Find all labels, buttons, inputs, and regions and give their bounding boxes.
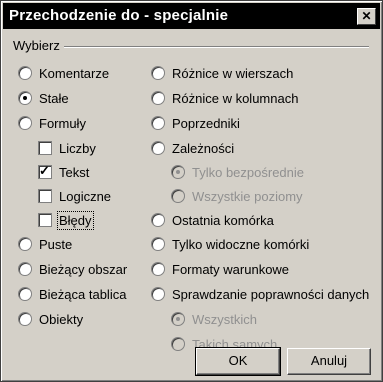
- radio-selected-icon[interactable]: [18, 91, 32, 105]
- radio-roznice-w-kolumnach[interactable]: Różnice w kolumnach: [151, 89, 298, 107]
- radio-formuly[interactable]: Formuły: [18, 114, 86, 132]
- radio-dot-icon: [23, 96, 27, 100]
- option-label: Komentarze: [39, 65, 110, 81]
- option-label: Stałe: [39, 90, 69, 106]
- radio-roznice-w-wierszach[interactable]: Różnice w wierszach: [151, 64, 293, 82]
- go-to-special-dialog: Przechodzenie do - specjalnie ✕ Wybierz …: [0, 0, 383, 382]
- ok-button[interactable]: OK: [195, 347, 281, 376]
- checkbox-liczby[interactable]: Liczby: [38, 139, 96, 157]
- radio-formaty-warunkowe[interactable]: Formaty warunkowe: [151, 260, 289, 278]
- radio-empty-icon[interactable]: [151, 237, 165, 251]
- option-label: Tylko widoczne komórki: [172, 236, 310, 252]
- radio-empty-icon[interactable]: [151, 287, 165, 301]
- group-label: Wybierz: [13, 38, 64, 53]
- option-label: Różnice w wierszach: [172, 65, 294, 81]
- radio-empty-icon[interactable]: [151, 66, 165, 80]
- checkbox-checked-icon[interactable]: ✓: [38, 163, 52, 179]
- option-label: Ostatnia komórka: [172, 212, 274, 228]
- radio-empty-icon[interactable]: [151, 116, 165, 130]
- radio-wszystkich: Wszystkich: [171, 310, 257, 328]
- option-label: Bieżąca tablica: [39, 286, 127, 302]
- radio-stale[interactable]: Stałe: [18, 89, 69, 107]
- radio-obiekty[interactable]: Obiekty: [18, 310, 83, 328]
- radio-empty-icon[interactable]: [151, 213, 165, 227]
- option-label: Formuły: [39, 115, 86, 131]
- radio-biezacy-obszar[interactable]: Bieżący obszar: [18, 260, 127, 278]
- close-button[interactable]: ✕: [357, 8, 376, 25]
- radio-dot-icon: [176, 170, 180, 174]
- checkbox-empty-icon[interactable]: [38, 141, 52, 155]
- option-label: Obiekty: [39, 311, 84, 327]
- radio-zaleznosci[interactable]: Zależności: [151, 139, 234, 157]
- option-label: Zależności: [172, 140, 235, 156]
- radio-empty-icon[interactable]: [18, 116, 32, 130]
- radio-tylko-bezposrednie: Tylko bezpośrednie: [171, 163, 304, 181]
- radio-empty-icon: [171, 189, 185, 203]
- radio-puste[interactable]: Puste: [18, 235, 72, 253]
- radio-tylko-widoczne-komorki[interactable]: Tylko widoczne komórki: [151, 235, 309, 253]
- option-label: Puste: [39, 236, 73, 252]
- radio-selected-icon: [171, 312, 185, 326]
- checkbox-bledy[interactable]: Błędy: [38, 210, 94, 230]
- option-label: Bieżący obszar: [39, 261, 128, 277]
- option-label: Liczby: [59, 140, 96, 156]
- radio-empty-icon[interactable]: [18, 262, 32, 276]
- radio-sprawdzanie-poprawnosci-danych[interactable]: Sprawdzanie poprawności danych: [151, 285, 369, 303]
- radio-komentarze[interactable]: Komentarze: [18, 64, 109, 82]
- option-label: Poprzedniki: [172, 115, 240, 131]
- option-label: Różnice w kolumnach: [172, 90, 299, 106]
- radio-empty-icon[interactable]: [18, 237, 32, 251]
- option-label: Wszystkie poziomy: [192, 188, 303, 204]
- title-bar[interactable]: Przechodzenie do - specjalnie ✕: [3, 3, 380, 29]
- option-label: Tekst: [59, 164, 90, 180]
- option-label: Błędy: [57, 210, 94, 230]
- radio-biezaca-tablica[interactable]: Bieżąca tablica: [18, 285, 126, 303]
- radio-selected-icon: [171, 165, 185, 179]
- radio-empty-icon: [171, 337, 185, 351]
- checkbox-logiczne[interactable]: Logiczne: [38, 187, 111, 205]
- radio-empty-icon[interactable]: [18, 287, 32, 301]
- radio-empty-icon[interactable]: [151, 262, 165, 276]
- radio-empty-icon[interactable]: [151, 141, 165, 155]
- radio-empty-icon[interactable]: [18, 66, 32, 80]
- radio-wszystkie-poziomy: Wszystkie poziomy: [171, 187, 303, 205]
- cancel-button[interactable]: Anuluj: [287, 348, 371, 375]
- radio-poprzedniki[interactable]: Poprzedniki: [151, 114, 240, 132]
- close-icon: ✕: [361, 9, 372, 23]
- checkmark-icon: ✓: [39, 163, 50, 178]
- option-label: Tylko bezpośrednie: [192, 164, 305, 180]
- option-label: Wszystkich: [192, 311, 257, 327]
- radio-empty-icon[interactable]: [151, 91, 165, 105]
- dialog-title: Przechodzenie do - specjalnie: [9, 7, 229, 24]
- checkbox-empty-icon[interactable]: [38, 213, 52, 227]
- radio-empty-icon[interactable]: [18, 312, 32, 326]
- checkbox-tekst[interactable]: ✓ Tekst: [38, 163, 89, 181]
- checkbox-empty-icon[interactable]: [38, 189, 52, 203]
- option-label: Formaty warunkowe: [172, 261, 290, 277]
- radio-ostatnia-komorka[interactable]: Ostatnia komórka: [151, 211, 274, 229]
- option-label: Logiczne: [59, 188, 112, 204]
- option-label: Sprawdzanie poprawności danych: [172, 286, 370, 302]
- group-divider: [63, 46, 369, 48]
- radio-dot-icon: [176, 317, 180, 321]
